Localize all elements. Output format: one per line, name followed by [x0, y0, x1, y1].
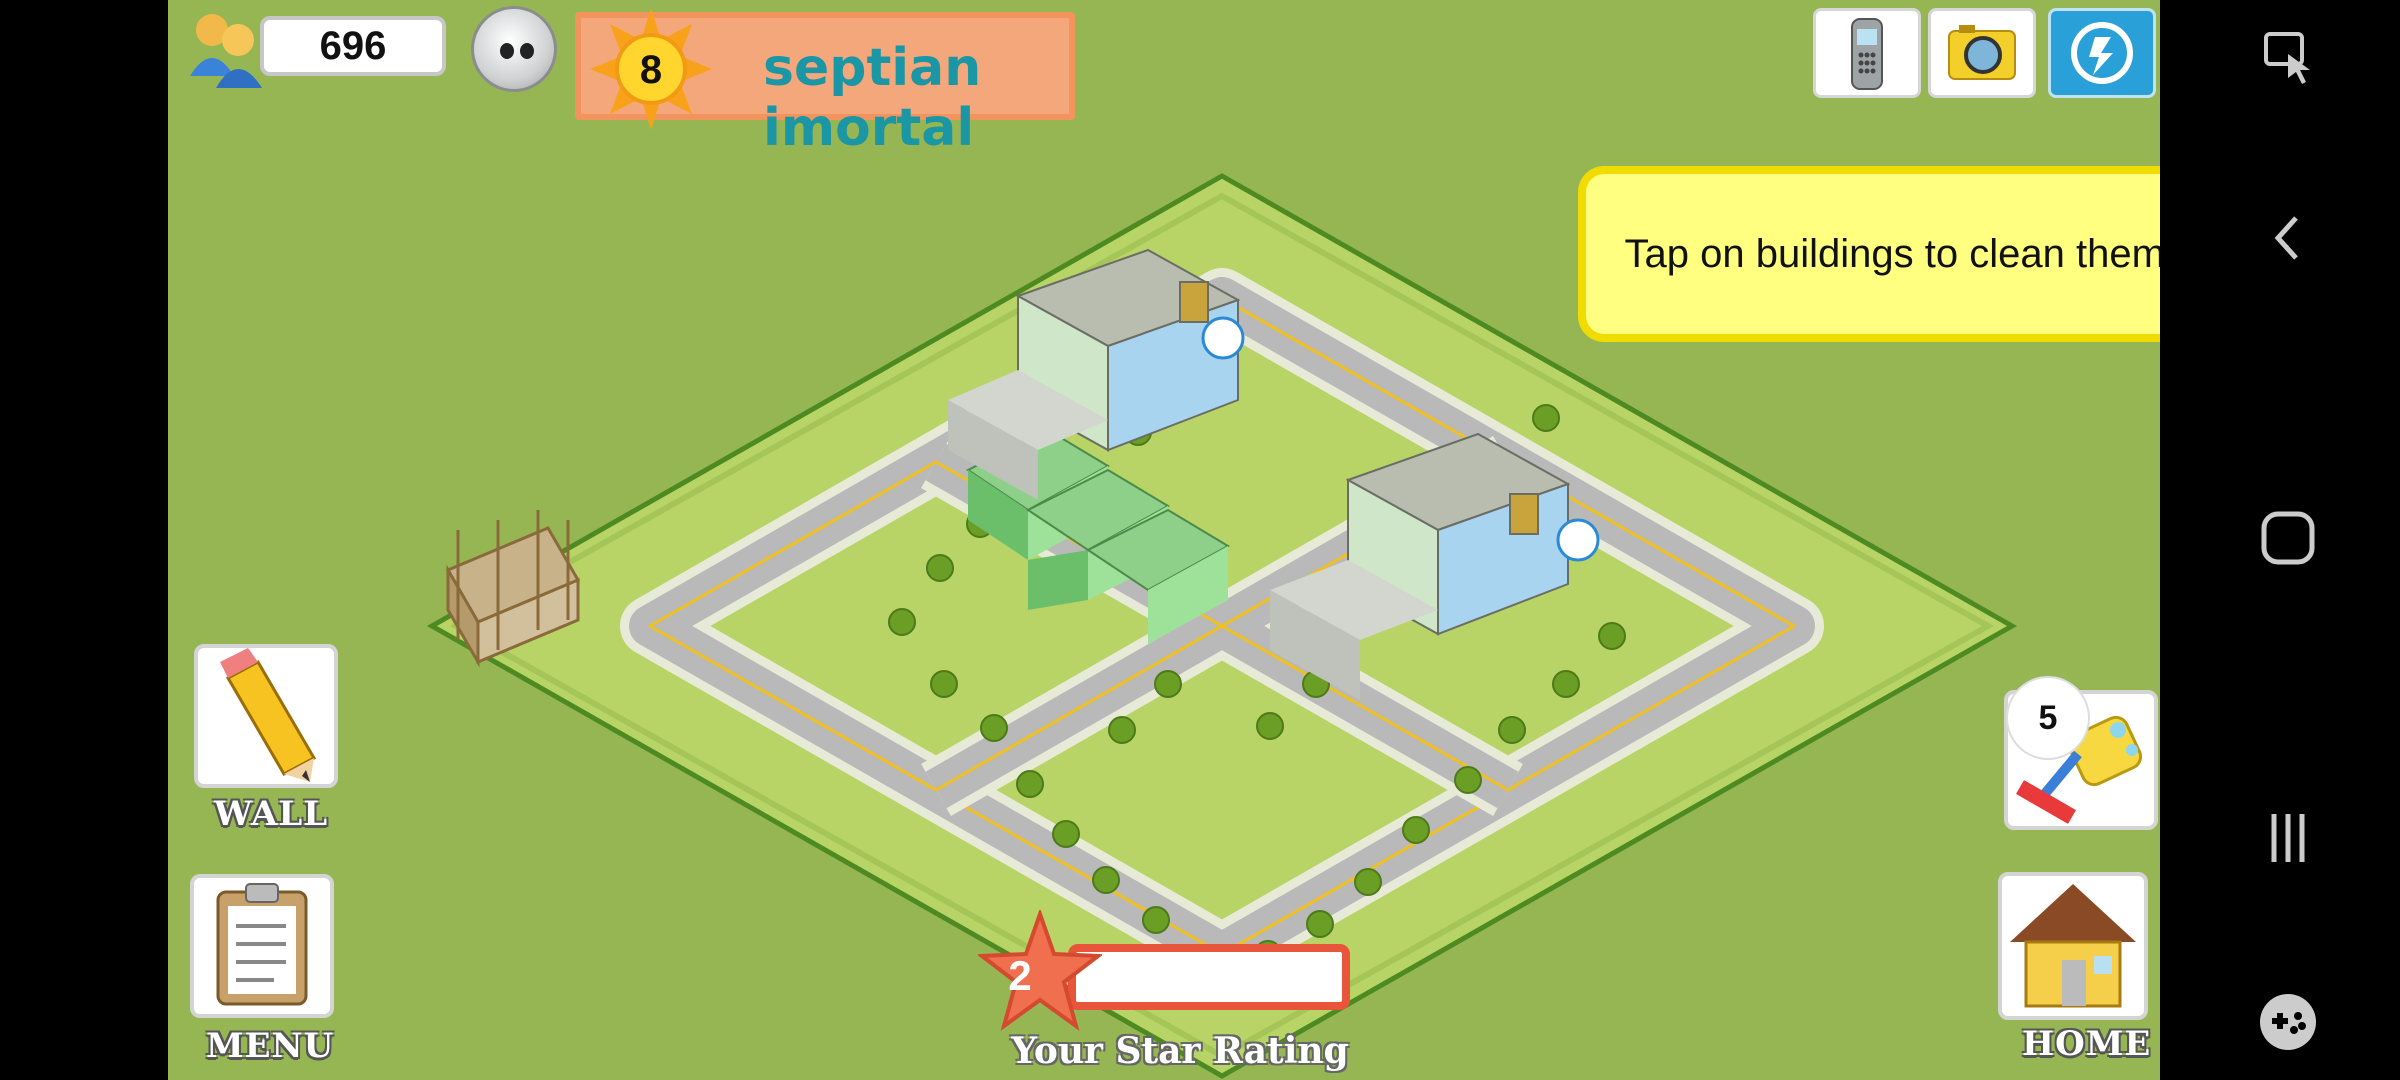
star-rating-label: Your Star Rating	[1011, 1030, 1349, 1072]
screen-record-icon[interactable]	[2258, 28, 2318, 88]
clipboard-icon	[216, 883, 308, 1006]
level-number: 8	[640, 48, 662, 92]
player-name: septian imortal	[763, 38, 982, 158]
avatar-icon[interactable]	[471, 6, 557, 92]
phone-button[interactable]	[1813, 8, 1921, 98]
share-button[interactable]	[2048, 8, 2156, 98]
game-stage[interactable]: 696 septian imortal 8 Tap on buildings t…	[168, 0, 2160, 1080]
population-icon	[190, 14, 262, 88]
star-rating-value: 2	[1008, 952, 1032, 999]
level-sun-icon: 8	[590, 8, 712, 130]
wall-label: WALL	[214, 794, 329, 834]
population-counter: 696	[260, 16, 446, 76]
clean-indicator	[1201, 316, 1245, 360]
tip-text: Tap on buildings to clean them.	[1624, 231, 2160, 276]
star-progress-bar	[1068, 944, 1350, 1010]
menu-button[interactable]	[190, 874, 334, 1018]
camera-icon	[1948, 25, 2016, 80]
phone-icon	[1851, 18, 1883, 90]
home-label: HOME	[2022, 1024, 2152, 1064]
back-icon[interactable]	[2258, 208, 2318, 268]
game-launcher-icon[interactable]	[2256, 990, 2320, 1054]
pencil-icon	[220, 648, 317, 782]
home-nav-icon[interactable]	[2258, 508, 2318, 568]
clean-count-badge: 5	[2008, 678, 2088, 758]
home-button[interactable]	[1998, 872, 2148, 1020]
city-map[interactable]	[168, 0, 2160, 1080]
tip-box: Tap on buildings to clean them.	[1578, 166, 2160, 342]
home-icon	[2010, 884, 2136, 1008]
recents-icon[interactable]	[2258, 808, 2318, 868]
menu-label: MENU	[206, 1026, 335, 1066]
clean-indicator	[1556, 518, 1600, 562]
android-nav-bar	[2176, 0, 2400, 1080]
camera-button[interactable]	[1928, 8, 2036, 98]
wall-button[interactable]	[194, 644, 338, 788]
share-icon	[2071, 22, 2133, 84]
